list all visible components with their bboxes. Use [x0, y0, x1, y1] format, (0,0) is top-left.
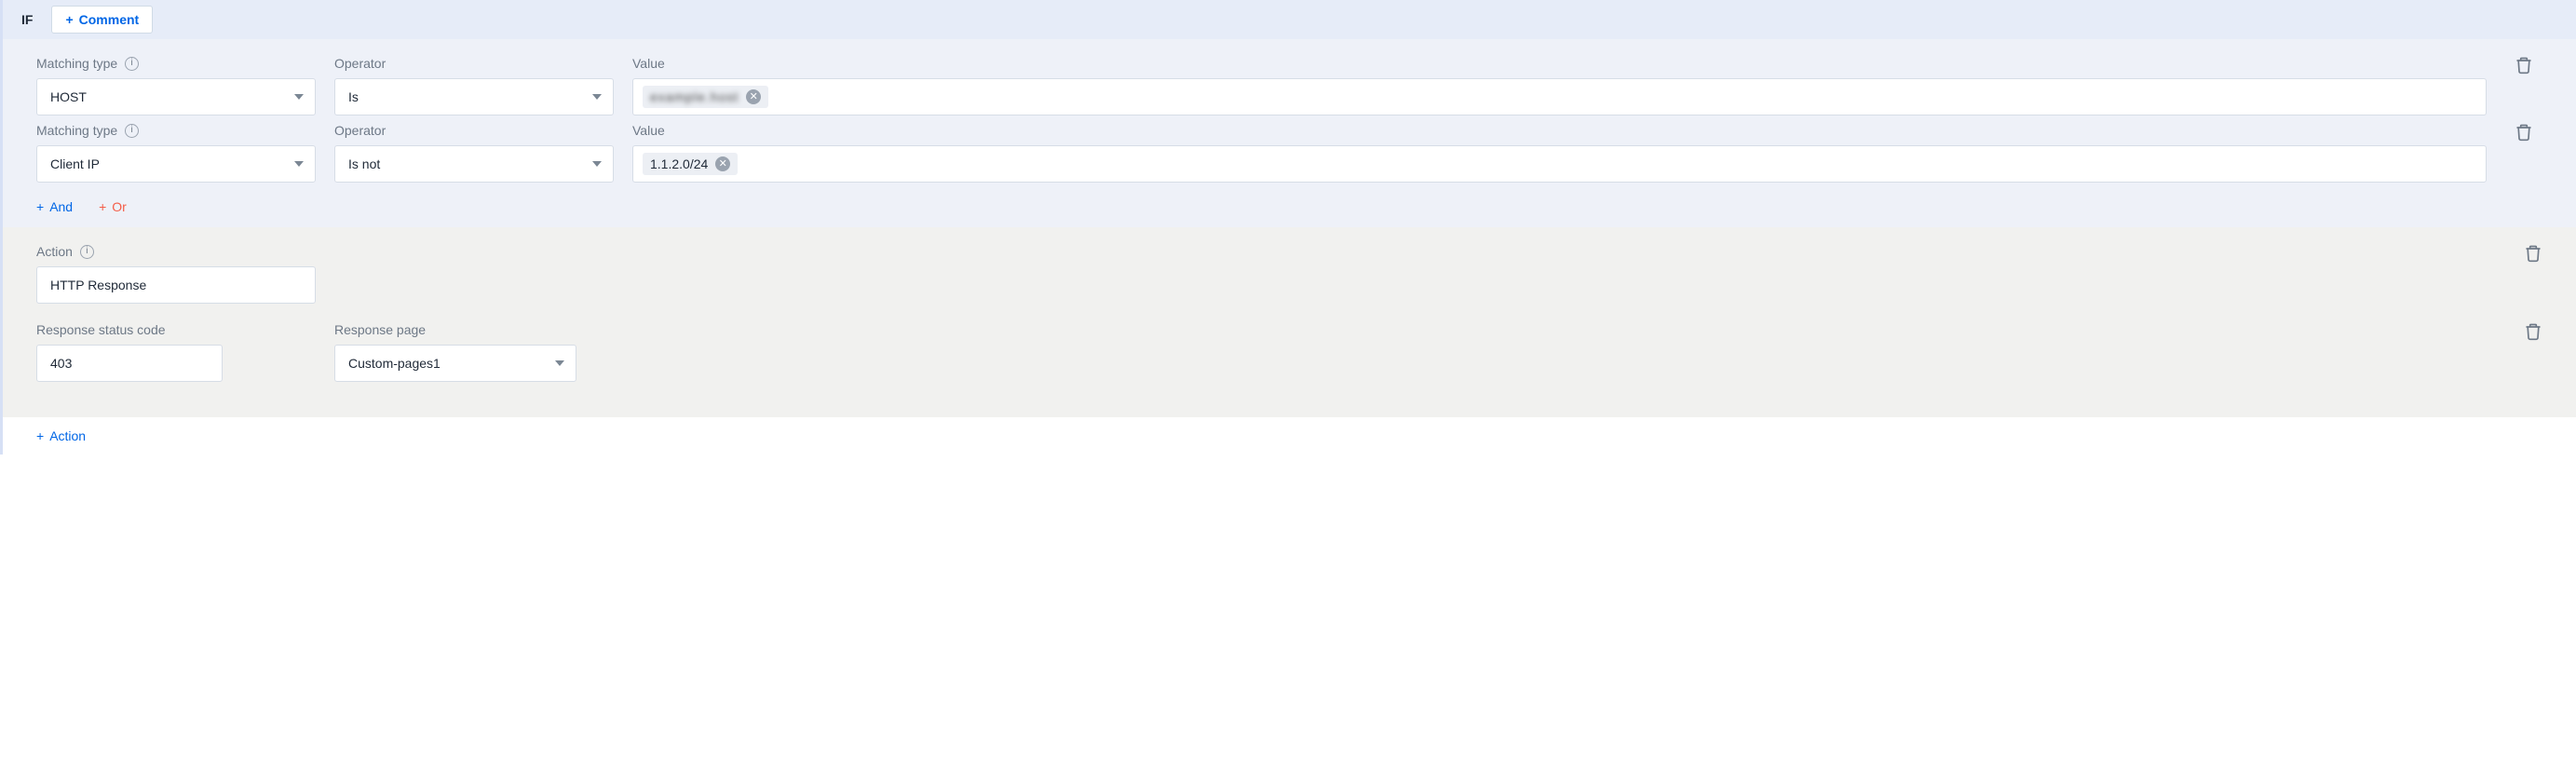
status-code-input[interactable]: 403 [36, 345, 223, 382]
value-label: Value [632, 56, 2487, 71]
delete-action-button[interactable] [2524, 244, 2542, 263]
chevron-down-icon [294, 94, 304, 100]
operator-value: Is [348, 89, 359, 104]
value-input[interactable]: example.host ✕ [632, 78, 2487, 115]
operator-value: Is not [348, 156, 380, 171]
matching-type-value: HOST [50, 89, 87, 104]
value-chip-text: 1.1.2.0/24 [650, 156, 708, 171]
conditions-panel: Matching type i HOST Operator Is [3, 39, 2576, 227]
matching-type-value: Client IP [50, 156, 100, 171]
close-icon[interactable]: ✕ [715, 156, 730, 171]
trash-icon [2524, 322, 2542, 341]
delete-condition-button[interactable] [2515, 123, 2533, 142]
condition-row: Matching type i HOST Operator Is [36, 56, 2542, 115]
matching-type-label: Matching type i [36, 123, 316, 138]
action-value: HTTP Response [50, 278, 146, 292]
chevron-down-icon [592, 161, 602, 167]
value-chip: 1.1.2.0/24 ✕ [643, 153, 738, 175]
condition-row: Matching type i Client IP Operator Is no… [36, 123, 2542, 183]
chevron-down-icon [294, 161, 304, 167]
and-label: And [49, 199, 73, 214]
add-comment-button[interactable]: + Comment [51, 6, 153, 34]
trash-icon [2524, 244, 2542, 263]
operator-label: Operator [334, 123, 614, 138]
plus-icon: + [65, 12, 73, 27]
if-label: IF [14, 7, 40, 33]
delete-action-detail-button[interactable] [2524, 322, 2542, 341]
chevron-down-icon [555, 360, 564, 366]
plus-icon: + [36, 199, 44, 214]
action-value-box[interactable]: HTTP Response [36, 266, 316, 304]
close-icon[interactable]: ✕ [746, 89, 761, 104]
operator-select[interactable]: Is [334, 78, 614, 115]
action-detail-row: Response status code 403 Response page C… [36, 322, 2542, 382]
plus-icon: + [99, 199, 106, 214]
status-code-value: 403 [50, 356, 72, 371]
response-status-code-label: Response status code [36, 322, 316, 337]
info-icon[interactable]: i [125, 57, 139, 71]
plus-icon: + [36, 428, 44, 443]
actions-panel: Action i HTTP Response [3, 227, 2576, 417]
value-chip: example.host ✕ [643, 86, 768, 108]
value-chip-text: example.host [650, 89, 739, 104]
action-label: Action i [36, 244, 316, 259]
comment-button-label: Comment [79, 12, 140, 27]
add-action-label: Action [49, 428, 86, 443]
or-label: Or [112, 199, 127, 214]
trash-icon [2515, 123, 2533, 142]
matching-type-label: Matching type i [36, 56, 316, 71]
trash-icon [2515, 56, 2533, 75]
delete-condition-button[interactable] [2515, 56, 2533, 75]
value-label: Value [632, 123, 2487, 138]
response-page-value: Custom-pages1 [348, 356, 441, 371]
add-and-button[interactable]: + And [36, 199, 73, 214]
matching-type-select[interactable]: Client IP [36, 145, 316, 183]
add-action-button[interactable]: + Action [36, 428, 86, 443]
rule-container: IF + Comment Matching type i HOST [0, 0, 2576, 455]
and-or-controls: + And + Or [3, 190, 2576, 214]
response-page-select[interactable]: Custom-pages1 [334, 345, 576, 382]
operator-label: Operator [334, 56, 614, 71]
response-page-label: Response page [334, 322, 614, 337]
chevron-down-icon [592, 94, 602, 100]
matching-type-select[interactable]: HOST [36, 78, 316, 115]
add-or-button[interactable]: + Or [99, 199, 127, 214]
value-input[interactable]: 1.1.2.0/24 ✕ [632, 145, 2487, 183]
action-row: Action i HTTP Response [36, 244, 2542, 304]
rule-footer: + Action [3, 417, 2576, 455]
info-icon[interactable]: i [125, 124, 139, 138]
rule-header: IF + Comment [3, 0, 2576, 39]
info-icon[interactable]: i [80, 245, 94, 259]
operator-select[interactable]: Is not [334, 145, 614, 183]
